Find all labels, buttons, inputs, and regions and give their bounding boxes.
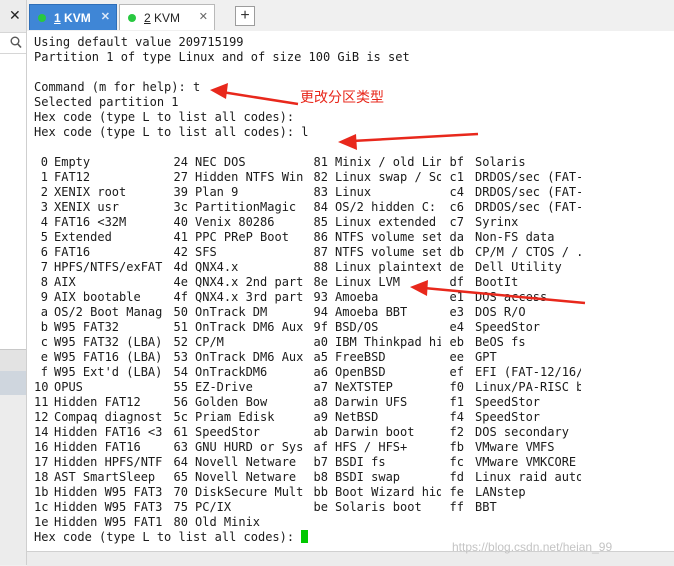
watermark: https://blog.csdn.net/heian_99 — [452, 540, 613, 554]
arrow-to-command-t-icon — [210, 83, 299, 106]
annotation-arrows — [210, 83, 586, 305]
arrow-to-linux-lvm-icon — [410, 280, 586, 305]
arrow-to-hex-code-l-icon — [338, 132, 479, 150]
